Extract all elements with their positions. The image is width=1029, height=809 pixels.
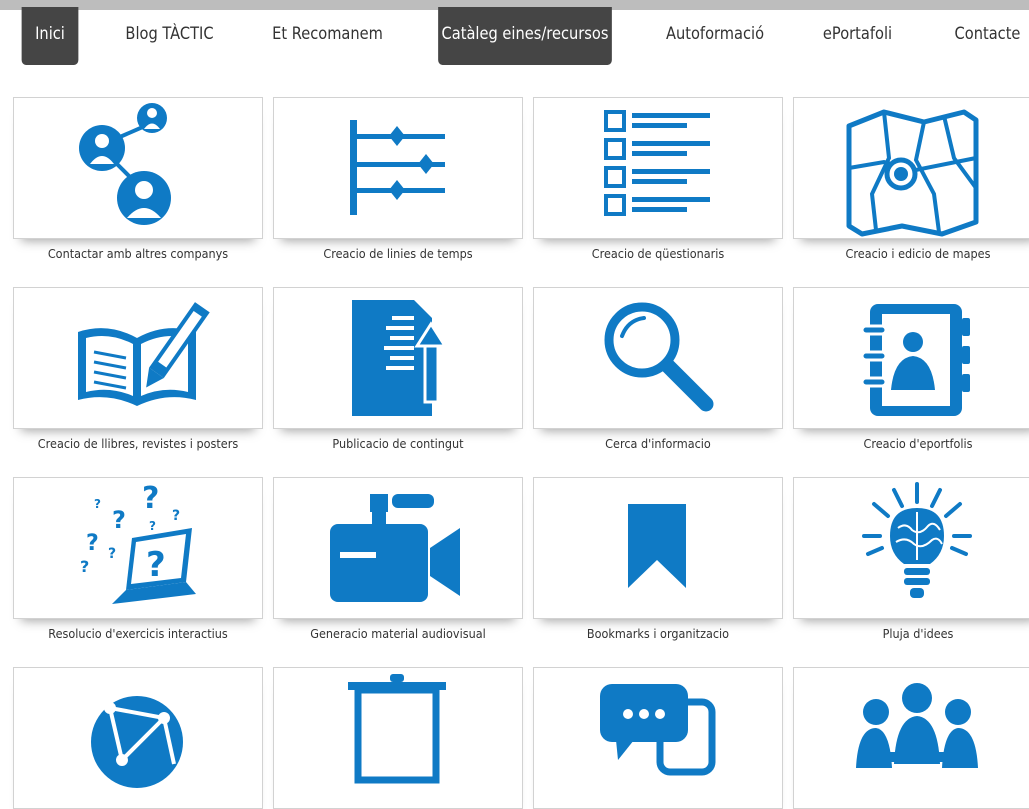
catalog-tile[interactable] xyxy=(13,287,263,429)
nav-item-eportafoli[interactable]: ePortafoli xyxy=(808,7,907,65)
nav-item-autoformacio[interactable]: Autoformació xyxy=(659,7,771,65)
tile-label[interactable]: Contactar amb altres companys xyxy=(26,246,251,261)
svg-text:?: ? xyxy=(172,508,180,524)
catalog-tile[interactable] xyxy=(533,477,783,619)
catalog-tile[interactable] xyxy=(273,287,523,429)
svg-text:?: ? xyxy=(112,506,126,534)
catalog-tile[interactable] xyxy=(793,477,1029,619)
nav-item-recomanem[interactable]: Et Recomanem xyxy=(265,7,390,65)
catalog-tile[interactable] xyxy=(273,667,523,809)
tile-label[interactable]: Publicacio de contingut xyxy=(286,436,511,451)
catalog-tile[interactable] xyxy=(13,667,263,809)
tile-label[interactable]: Pluja d'idees xyxy=(806,626,1029,641)
catalog-tile[interactable]: ? ? ? ? ? ? ? ? ? xyxy=(13,477,263,619)
catalog-tile[interactable] xyxy=(793,97,1029,239)
tile-label[interactable]: Creacio de llibres, revistes i posters xyxy=(26,436,251,451)
tile-label[interactable]: Creacio i edicio de mapes xyxy=(806,246,1029,261)
catalog-tile[interactable] xyxy=(533,667,783,809)
svg-text:?: ? xyxy=(86,531,99,556)
catalog-tile[interactable] xyxy=(533,287,783,429)
catalog-tile[interactable] xyxy=(13,97,263,239)
main-nav: Inici Blog TÀCTIC Et Recomanem Catàleg e… xyxy=(0,0,1029,66)
catalog-tile[interactable] xyxy=(533,97,783,239)
svg-text:?: ? xyxy=(94,497,101,511)
nav-item-inici[interactable]: Inici xyxy=(22,7,79,65)
tile-label[interactable]: Resolucio d'exercicis interactius xyxy=(26,626,251,641)
catalog-tile[interactable] xyxy=(273,97,523,239)
tile-label[interactable]: Creacio d'eportfolis xyxy=(806,436,1029,451)
svg-text:?: ? xyxy=(80,557,89,576)
nav-item-cataleg[interactable]: Catàleg eines/recursos xyxy=(438,7,612,65)
svg-text:?: ? xyxy=(108,546,116,562)
tile-label[interactable]: Creacio de linies de temps xyxy=(286,246,511,261)
tile-label[interactable]: Generacio material audiovisual xyxy=(286,626,511,641)
catalog-tile[interactable] xyxy=(793,667,1029,809)
tile-label[interactable]: Cerca d'informacio xyxy=(546,436,771,451)
nav-item-contacte[interactable]: Contacte xyxy=(942,7,1029,65)
svg-text:?: ? xyxy=(146,545,166,585)
nav-item-blog[interactable]: Blog TÀCTIC xyxy=(116,7,224,65)
catalog-tile[interactable] xyxy=(273,477,523,619)
catalog-tile[interactable] xyxy=(793,287,1029,429)
tile-label[interactable]: Creacio de qüestionaris xyxy=(546,246,771,261)
svg-text:?: ? xyxy=(142,481,159,516)
tile-label[interactable]: Bookmarks i organitzacio xyxy=(546,626,771,641)
svg-text:?: ? xyxy=(149,519,156,533)
